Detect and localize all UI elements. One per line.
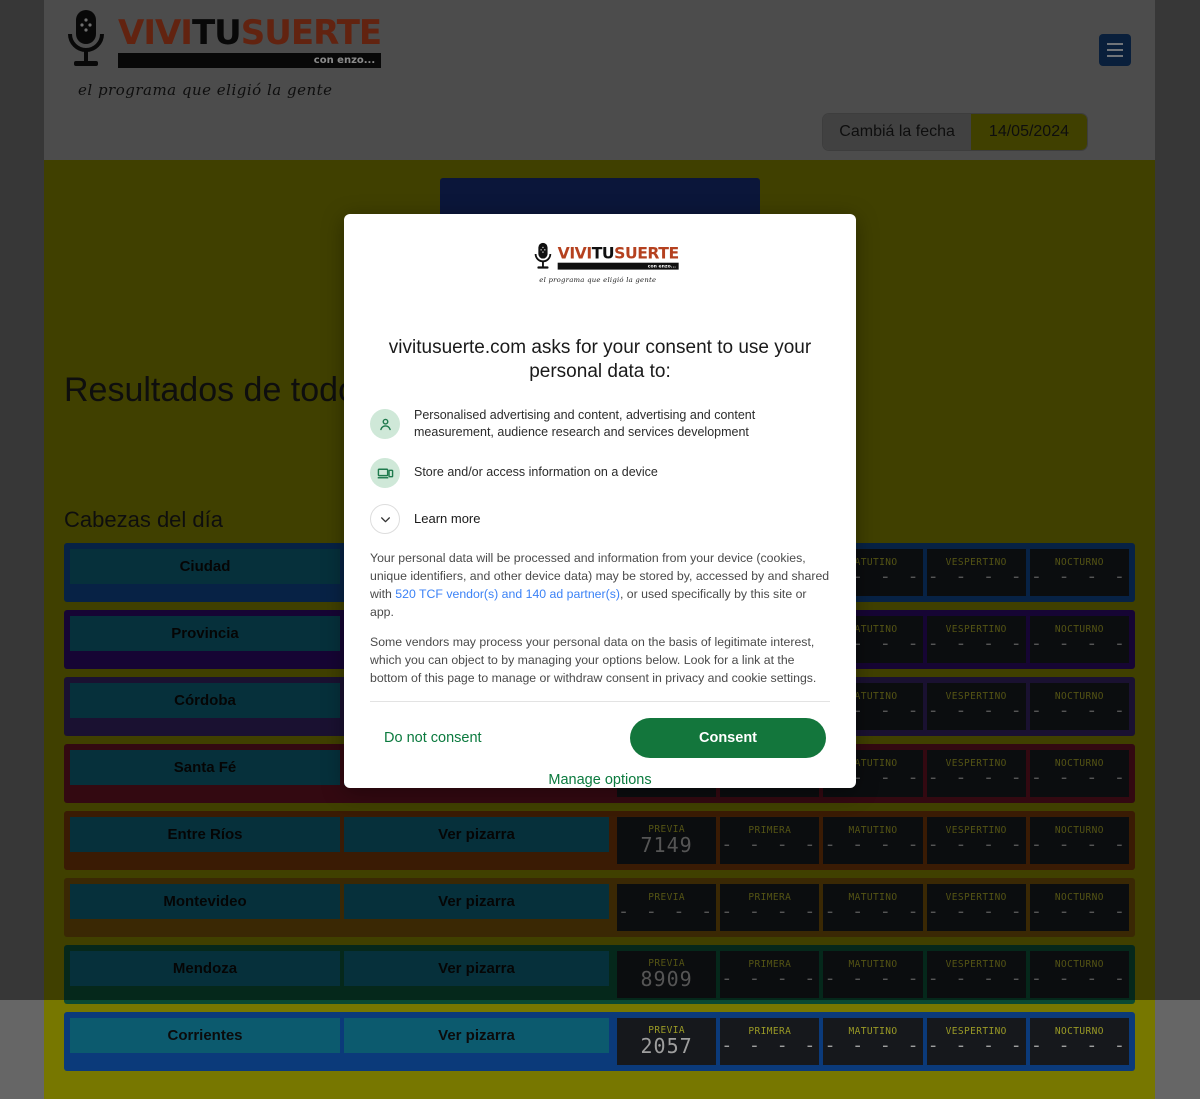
consent-purpose-item: Personalised advertising and content, ad…: [370, 407, 830, 443]
draw-cell[interactable]: PREVIA2057: [617, 1018, 716, 1065]
draw-cell-value: 2057: [641, 1036, 693, 1057]
row-name-button[interactable]: Corrientes: [70, 1018, 340, 1053]
manage-options-button[interactable]: Manage options: [540, 764, 659, 788]
logo-part-vivi: VIVI: [558, 244, 592, 262]
learn-more-row[interactable]: Learn more: [370, 504, 830, 534]
draw-cell-label: NOCTURNO: [1055, 1026, 1104, 1037]
table-row: CorrientesVer pizarraPREVIA2057PRIMERA- …: [64, 1012, 1135, 1071]
draw-cell[interactable]: NOCTURNO- - - -: [1030, 1018, 1129, 1065]
do-not-consent-button[interactable]: Do not consent: [374, 722, 492, 754]
consent-actions: Do not consent Consent: [370, 702, 830, 758]
logo-subbar: con enzo...: [558, 262, 679, 269]
consent-dialog: VIVITUSUERTE con enzo... el programa que…: [344, 214, 856, 788]
consent-body: Your personal data will be processed and…: [370, 550, 830, 688]
logo-tagline: el programa que eligió la gente: [539, 276, 669, 284]
view-board-button[interactable]: Ver pizarra: [344, 1018, 609, 1053]
draw-cell-label: VESPERTINO: [946, 1026, 1007, 1037]
person-icon: [370, 409, 400, 439]
draw-cells: PREVIA2057PRIMERA- - - -MATUTINO- - - -V…: [617, 1018, 1129, 1065]
consent-headline: vivitusuerte.com asks for your consent t…: [370, 336, 830, 385]
draw-cell[interactable]: VESPERTINO- - - -: [927, 1018, 1026, 1065]
logo-sub-text: con enzo...: [648, 263, 676, 268]
draw-cell-value: - - - -: [825, 1037, 922, 1056]
consent-purposes: Personalised advertising and content, ad…: [370, 407, 830, 535]
consent-purpose-label: Store and/or access information on a dev…: [414, 464, 658, 482]
consent-paragraph-2: Some vendors may process your personal d…: [370, 634, 830, 687]
draw-cell[interactable]: PRIMERA- - - -: [720, 1018, 819, 1065]
dialog-logo: VIVITUSUERTE con enzo... el programa que…: [370, 242, 830, 330]
device-icon: [370, 458, 400, 488]
draw-cell-label: PREVIA: [648, 1025, 685, 1036]
vendors-link[interactable]: 520 TCF vendor(s) and 140 ad partner(s): [395, 587, 620, 601]
consent-purpose-item: Store and/or access information on a dev…: [370, 458, 830, 488]
manage-options-row: Manage options: [370, 758, 830, 788]
draw-cell-label: PRIMERA: [748, 1026, 791, 1037]
dialog-logo-wordmark: VIVITUSUERTE: [558, 245, 679, 261]
draw-cell[interactable]: MATUTINO- - - -: [823, 1018, 922, 1065]
microphone-icon: [531, 242, 555, 273]
consent-button[interactable]: Consent: [630, 718, 826, 758]
draw-cell-value: - - - -: [1031, 1037, 1128, 1056]
draw-cell-label: MATUTINO: [849, 1026, 898, 1037]
logo-part-tu: TU: [592, 244, 614, 262]
learn-more-label[interactable]: Learn more: [414, 510, 480, 528]
draw-cell-value: - - - -: [721, 1037, 818, 1056]
draw-cell-value: - - - -: [928, 1037, 1025, 1056]
chevron-down-icon[interactable]: [370, 504, 400, 534]
consent-paragraph-1: Your personal data will be processed and…: [370, 550, 830, 621]
consent-purpose-label: Personalised advertising and content, ad…: [414, 407, 830, 443]
logo-part-suerte: SUERTE: [614, 244, 679, 262]
